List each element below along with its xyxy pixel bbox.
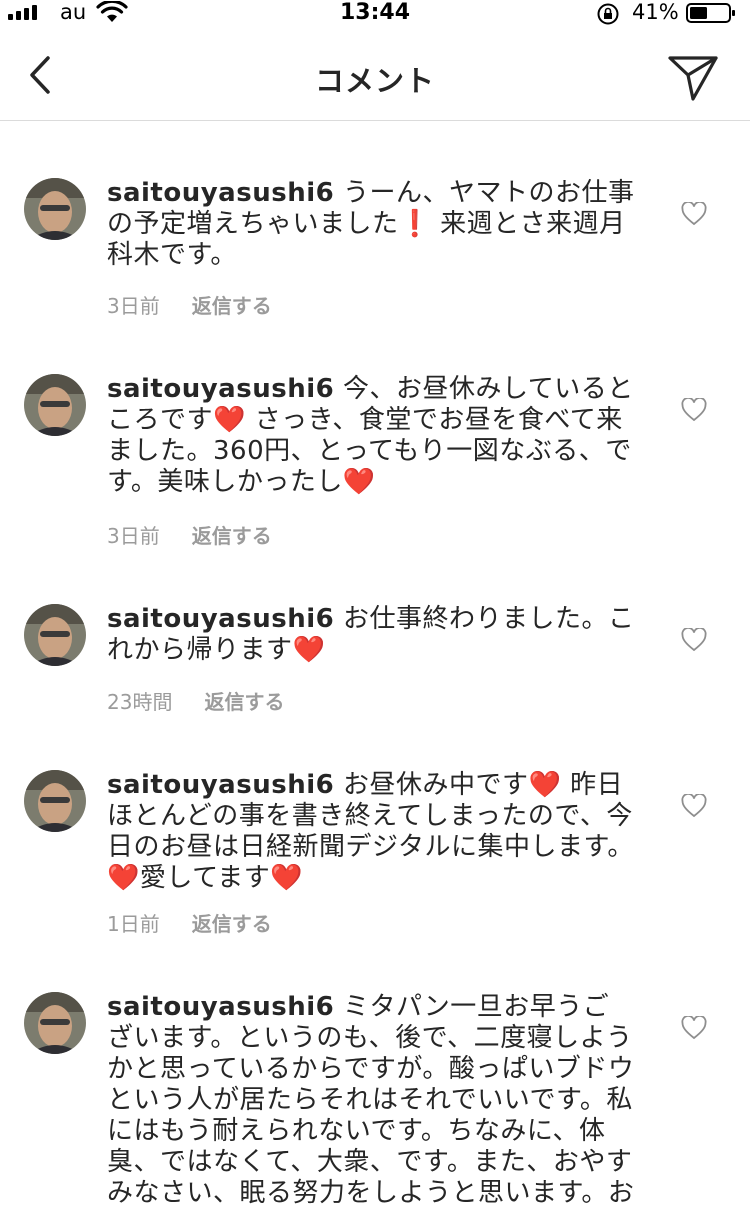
battery-icon: [686, 3, 735, 23]
reply-button[interactable]: 返信する: [192, 520, 272, 549]
page-title: コメント: [314, 64, 435, 98]
heart-outline-icon[interactable]: [681, 398, 707, 422]
heart-emoji: ❤️: [292, 635, 326, 665]
comment-timestamp: 23時間: [107, 690, 173, 714]
heart-emoji: ❤️: [107, 863, 140, 893]
heart-emoji: ❤️: [270, 863, 304, 893]
avatar[interactable]: [24, 374, 86, 436]
heart-outline-icon[interactable]: [681, 628, 707, 652]
avatar[interactable]: [24, 992, 86, 1054]
reply-button[interactable]: 返信する: [192, 908, 272, 937]
comment-meta: 23時間 返信する: [107, 686, 284, 715]
exclamation-emoji: ❗: [398, 209, 432, 239]
avatar[interactable]: [24, 770, 86, 832]
comment-item: saitouyasushi6 ミタパン一旦お早うございます。というのも、後で、二…: [0, 992, 750, 1205]
avatar[interactable]: [24, 604, 86, 666]
comment-text: saitouyasushi6 今、お昼休みしているところです❤️ さっき、食堂で…: [107, 374, 635, 498]
comment-timestamp: 3日前: [107, 294, 160, 318]
comment-meta: 1日前 返信する: [107, 908, 272, 937]
status-bar: au 13:44 41%: [0, 0, 750, 30]
heart-emoji: ❤️: [213, 405, 246, 435]
comment-text-segment: 愛してます: [139, 863, 271, 893]
paper-plane-icon[interactable]: [666, 52, 720, 104]
comment-username[interactable]: saitouyasushi6: [107, 374, 334, 404]
heart-outline-icon[interactable]: [681, 794, 707, 818]
comment-text: saitouyasushi6 うーん、ヤマトのお仕事の予定増えちゃいました❗ 来…: [107, 178, 635, 271]
comment-username[interactable]: saitouyasushi6: [107, 770, 334, 800]
heart-emoji: ❤️: [528, 770, 562, 800]
heart-outline-icon[interactable]: [681, 202, 707, 226]
comment-text: saitouyasushi6 ミタパン一旦お早うございます。というのも、後で、二…: [107, 992, 635, 1205]
reply-button[interactable]: 返信する: [192, 290, 272, 319]
reply-button[interactable]: 返信する: [204, 686, 284, 715]
heart-emoji: ❤️: [342, 467, 376, 497]
comment-meta: 3日前 返信する: [107, 520, 272, 549]
comment-text-segment: ミタパン一旦お早うございます。というのも、後で、二度寝しようかと思っているからで…: [107, 992, 635, 1205]
comment-text-segment: お昼休み中です: [334, 770, 529, 800]
comment-username[interactable]: saitouyasushi6: [107, 604, 334, 634]
battery-percentage: 41%: [632, 0, 679, 24]
heart-outline-icon[interactable]: [681, 1016, 707, 1040]
comment-meta: 3日前 返信する: [107, 290, 272, 319]
orientation-lock-icon: [597, 3, 619, 25]
comment-text: saitouyasushi6 お仕事終わりました。これから帰ります❤️: [107, 604, 635, 666]
navigation-bar: コメント: [0, 30, 750, 121]
comment-timestamp: 1日前: [107, 912, 160, 936]
avatar[interactable]: [24, 178, 86, 240]
comment-text: saitouyasushi6 お昼休み中です❤️ 昨日ほとんどの事を書き終えてし…: [107, 770, 635, 894]
comment-username[interactable]: saitouyasushi6: [107, 178, 334, 208]
comment-username[interactable]: saitouyasushi6: [107, 992, 334, 1022]
comment-timestamp: 3日前: [107, 524, 160, 548]
